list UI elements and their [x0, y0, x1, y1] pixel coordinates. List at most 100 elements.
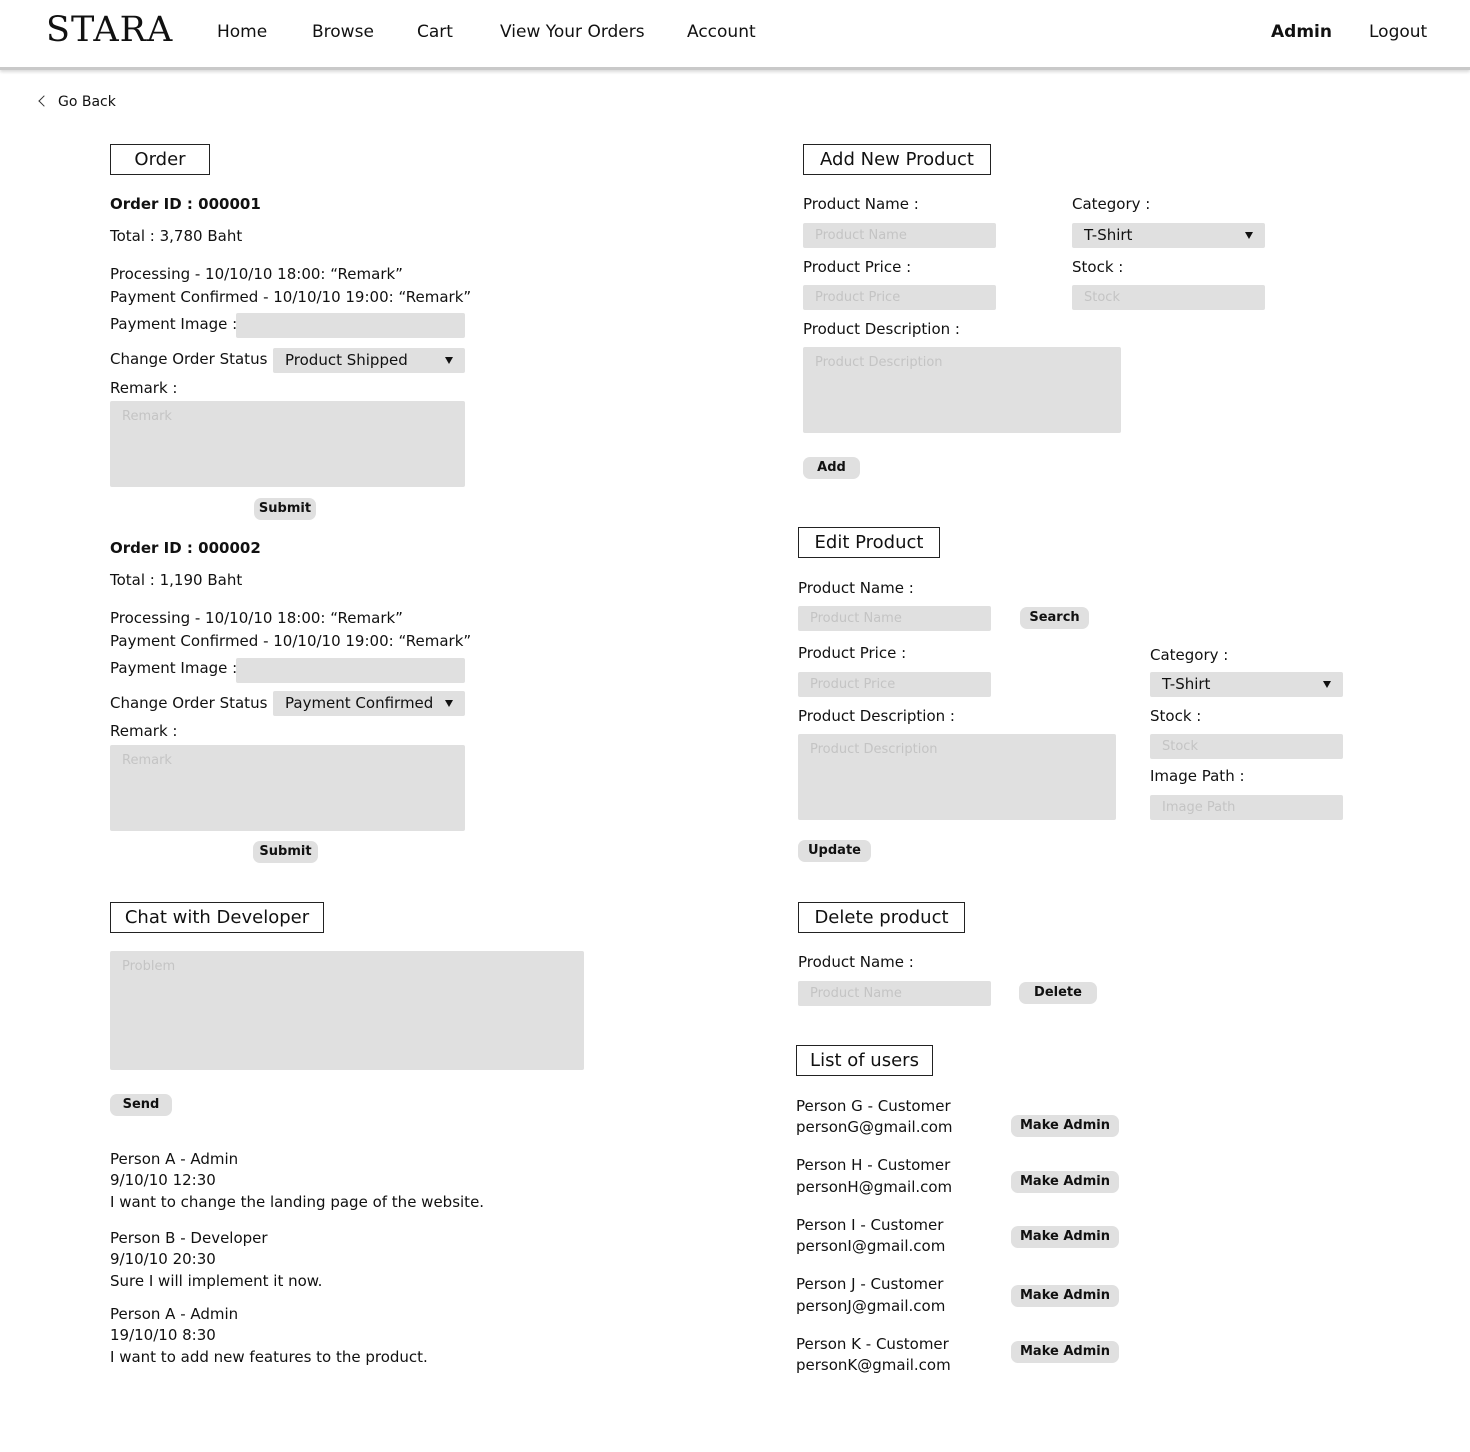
chat-message-time: 9/10/10 12:30 — [110, 1171, 216, 1189]
user-name: Person K - Customer — [796, 1335, 949, 1353]
category-select[interactable]: T-Shirt — [1150, 672, 1343, 697]
order-history-item: Processing - 10/10/10 18:00: “Remark” — [110, 265, 403, 283]
dropdown-arrow-icon — [1245, 232, 1253, 239]
nav-home[interactable]: Home — [217, 22, 267, 42]
search-button[interactable]: Search — [1020, 607, 1089, 629]
make-admin-button[interactable]: Make Admin — [1011, 1341, 1119, 1363]
nav-browse[interactable]: Browse — [312, 22, 374, 42]
chat-message-text: I want to change the landing page of the… — [110, 1193, 485, 1211]
payment-image-field[interactable] — [236, 658, 465, 683]
order-total: Total : 3,780 Baht — [110, 227, 243, 245]
dropdown-arrow-icon — [445, 357, 453, 364]
user-email: personJ@gmail.com — [796, 1297, 946, 1315]
add-button[interactable]: Add — [803, 457, 860, 479]
product-price-input[interactable] — [798, 672, 991, 697]
remark-label: Remark : — [110, 379, 178, 397]
edit-product-title: Edit Product — [798, 527, 940, 558]
chat-section-title: Chat with Developer — [110, 902, 324, 933]
product-description-label: Product Description : — [798, 707, 955, 725]
product-price-label: Product Price : — [803, 258, 912, 276]
payment-image-label: Payment Image : — [110, 659, 238, 677]
delete-product-title: Delete product — [798, 902, 965, 933]
stock-label: Stock : — [1150, 707, 1202, 725]
category-label: Category : — [1150, 646, 1229, 664]
user-email: personK@gmail.com — [796, 1356, 951, 1374]
order-id: Order ID : 000001 — [110, 195, 261, 213]
product-price-input[interactable] — [803, 285, 996, 310]
nav-logout[interactable]: Logout — [1369, 22, 1427, 42]
go-back-link[interactable]: Go Back — [38, 94, 116, 110]
order-status-value: Product Shipped — [285, 351, 408, 369]
add-product-title: Add New Product — [803, 144, 991, 175]
top-nav-bar: STARA Home Browse Cart View Your Orders … — [0, 0, 1470, 70]
make-admin-button[interactable]: Make Admin — [1011, 1171, 1119, 1193]
payment-image-field[interactable] — [236, 313, 465, 338]
image-path-label: Image Path : — [1150, 767, 1245, 785]
nav-account[interactable]: Account — [687, 22, 756, 42]
send-button[interactable]: Send — [110, 1094, 172, 1116]
product-name-label: Product Name : — [803, 195, 919, 213]
payment-image-label: Payment Image : — [110, 315, 238, 333]
nav-view-orders[interactable]: View Your Orders — [500, 22, 645, 42]
remark-label: Remark : — [110, 722, 178, 740]
category-value: T-Shirt — [1084, 226, 1133, 244]
order-status-select[interactable]: Payment Confirmed — [273, 691, 465, 716]
go-back-label: Go Back — [58, 94, 116, 110]
chevron-left-icon — [38, 95, 50, 107]
chat-message-author: Person B - Developer — [110, 1229, 268, 1247]
nav-cart[interactable]: Cart — [417, 22, 453, 42]
category-label: Category : — [1072, 195, 1151, 213]
chat-message-author: Person A - Admin — [110, 1150, 239, 1168]
user-name: Person H - Customer — [796, 1156, 951, 1174]
make-admin-button[interactable]: Make Admin — [1011, 1115, 1119, 1137]
chat-message-time: 19/10/10 8:30 — [110, 1326, 216, 1344]
user-email: personH@gmail.com — [796, 1178, 953, 1196]
users-section-title: List of users — [796, 1045, 933, 1076]
order-history-item: Processing - 10/10/10 18:00: “Remark” — [110, 609, 403, 627]
remark-textarea[interactable] — [110, 401, 465, 487]
user-email: personG@gmail.com — [796, 1118, 953, 1136]
user-name: Person G - Customer — [796, 1097, 951, 1115]
category-select[interactable]: T-Shirt — [1072, 223, 1265, 248]
order-status-value: Payment Confirmed — [285, 694, 434, 712]
submit-button[interactable]: Submit — [253, 841, 318, 863]
order-section-title: Order — [110, 144, 210, 175]
user-email: personI@gmail.com — [796, 1237, 946, 1255]
logo[interactable]: STARA — [46, 10, 173, 50]
order-id: Order ID : 000002 — [110, 539, 261, 557]
chat-message-author: Person A - Admin — [110, 1305, 239, 1323]
user-name: Person J - Customer — [796, 1275, 944, 1293]
order-total: Total : 1,190 Baht — [110, 571, 243, 589]
order-status-label: Change Order Status : — [110, 694, 278, 712]
make-admin-button[interactable]: Make Admin — [1011, 1285, 1119, 1307]
user-name: Person I - Customer — [796, 1216, 944, 1234]
submit-button[interactable]: Submit — [254, 498, 316, 520]
update-button[interactable]: Update — [798, 840, 871, 862]
product-description-textarea[interactable] — [798, 734, 1116, 820]
nav-admin[interactable]: Admin — [1271, 22, 1332, 42]
product-price-label: Product Price : — [798, 644, 907, 662]
delete-button[interactable]: Delete — [1019, 982, 1097, 1004]
product-name-label: Product Name : — [798, 579, 914, 597]
remark-textarea[interactable] — [110, 745, 465, 831]
order-history-item: Payment Confirmed - 10/10/10 19:00: “Rem… — [110, 632, 472, 650]
stock-label: Stock : — [1072, 258, 1124, 276]
dropdown-arrow-icon — [445, 700, 453, 707]
dropdown-arrow-icon — [1323, 681, 1331, 688]
product-name-input[interactable] — [798, 981, 991, 1006]
order-status-select[interactable]: Product Shipped — [273, 348, 465, 373]
product-name-label: Product Name : — [798, 953, 914, 971]
category-value: T-Shirt — [1162, 675, 1211, 693]
stock-input[interactable] — [1072, 285, 1265, 310]
make-admin-button[interactable]: Make Admin — [1011, 1226, 1119, 1248]
chat-message-text: Sure I will implement it now. — [110, 1272, 323, 1290]
image-path-input[interactable] — [1150, 795, 1343, 820]
product-name-input[interactable] — [798, 606, 991, 631]
product-name-input[interactable] — [803, 223, 996, 248]
chat-message-text: I want to add new features to the produc… — [110, 1348, 428, 1366]
product-description-label: Product Description : — [803, 320, 960, 338]
product-description-textarea[interactable] — [803, 347, 1121, 433]
problem-textarea[interactable] — [110, 951, 584, 1070]
chat-message-time: 9/10/10 20:30 — [110, 1250, 216, 1268]
stock-input[interactable] — [1150, 734, 1343, 759]
